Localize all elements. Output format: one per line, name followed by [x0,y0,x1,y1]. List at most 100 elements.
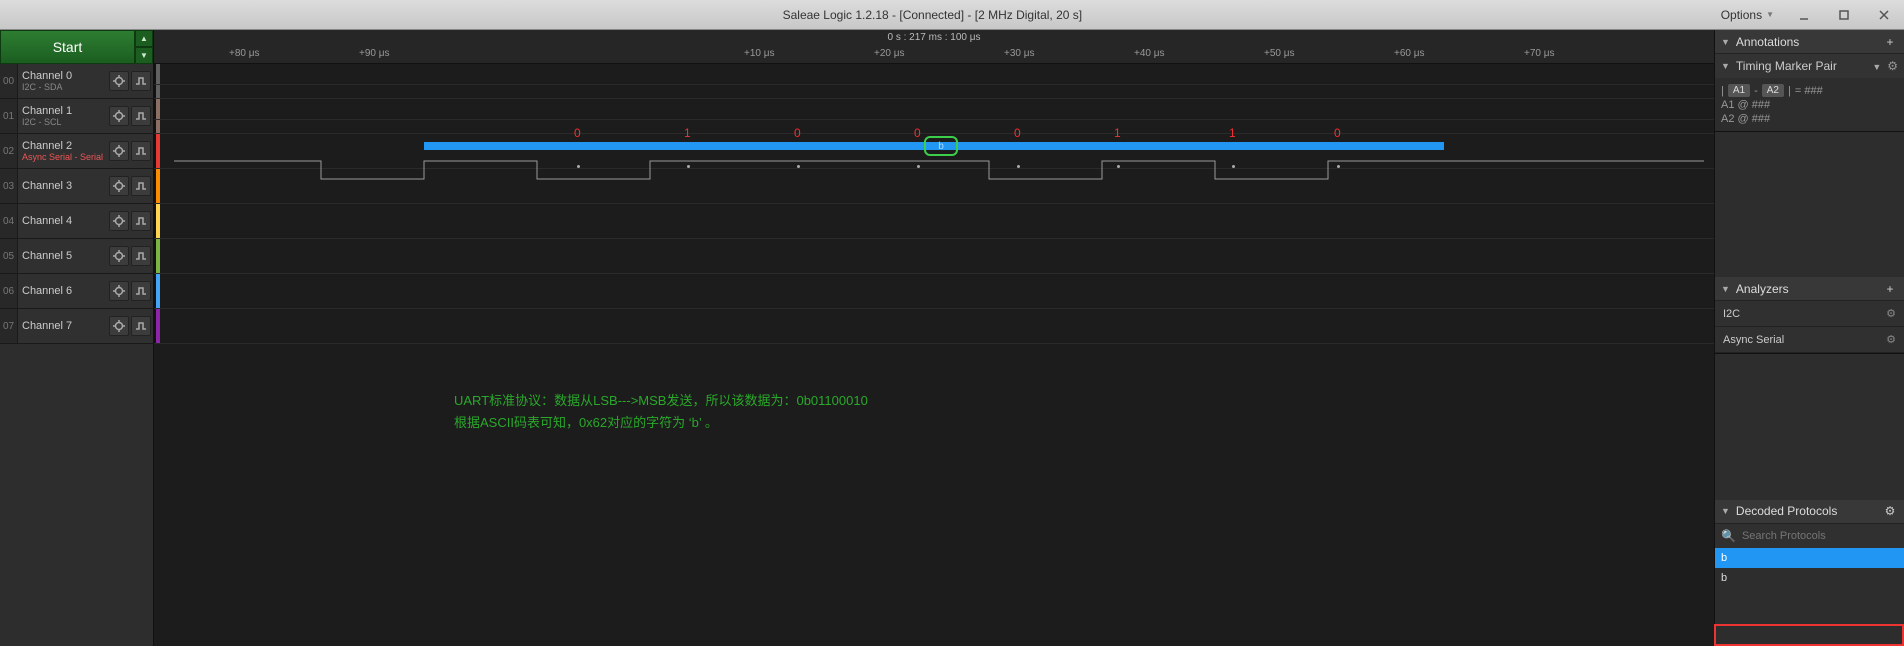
bit-dot [1337,165,1340,168]
channel-row-4[interactable]: 04 Channel 4 [0,204,153,239]
channel-index: 04 [0,204,18,238]
timing-marker-header[interactable]: ▼ Timing Marker Pair ▼⚙ [1715,54,1904,78]
channel-settings-button[interactable] [109,176,129,196]
decoded-search[interactable]: 🔍 [1715,524,1904,548]
channel-trigger-button[interactable] [131,176,151,196]
analyzers-header[interactable]: ▼ Analyzers + [1715,277,1904,301]
channel-row-0[interactable]: 00 Channel 0I2C - SDA [0,64,153,99]
channel-settings-button[interactable] [109,211,129,231]
timeline-tick: +70 μs [1524,48,1555,59]
channel-index: 00 [0,64,18,98]
channel-index: 02 [0,134,18,168]
channel-subtitle: I2C - SDA [22,82,109,92]
channel-trigger-button[interactable] [131,246,151,266]
channel-trigger-button[interactable] [131,106,151,126]
gear-icon[interactable]: ⚙ [1886,333,1896,346]
analyzer-item[interactable]: I2C⚙ [1715,301,1904,327]
annotation-line-1: UART标准协议：数据从LSB--->MSB发送，所以该数据为：0b011000… [454,390,868,412]
decoded-title: Decoded Protocols [1736,504,1837,518]
channel-settings-button[interactable] [109,141,129,161]
search-input[interactable] [1742,530,1898,542]
analyzer-item[interactable]: Async Serial ⚙ [1715,327,1904,353]
app-title: Saleae Logic 1.2.18 - [Connected] - [2 M… [154,8,1711,22]
channel-row-3[interactable]: 03Channel 3 [0,169,153,204]
channel-row-6[interactable]: 06 Channel 6 [0,274,153,309]
channel-trigger-button[interactable] [131,316,151,336]
timeline-tick: +20 μs [874,48,905,59]
timing-marker-title: Timing Marker Pair [1736,59,1837,73]
annotations-header[interactable]: ▼ Annotations + [1715,30,1904,54]
decoded-char: b [938,141,944,152]
channel-settings-button[interactable] [109,71,129,91]
time-cursor-label: 0 s : 217 ms : 100 μs [887,32,980,43]
decoded-header[interactable]: ▼ Decoded Protocols ⚙ [1715,500,1904,524]
add-annotation-button[interactable]: + [1882,34,1898,50]
channel-trigger-button[interactable] [131,141,151,161]
bit-label: 1 [1229,126,1236,140]
channel-name: Channel 4 [22,215,109,227]
channel-color-bar [154,64,160,98]
wave-row-7[interactable] [154,309,1714,344]
channel-name: Channel 0 [22,70,109,82]
wave-row-0[interactable] [154,64,1714,99]
start-button[interactable]: Start [0,30,135,64]
annotation-line-2: 根据ASCII码表可知，0x62对应的字符为 ‘b’ 。 [454,412,868,434]
bit-label: 1 [1114,126,1121,140]
analyzer-name: Async Serial [1723,334,1784,346]
timeline-tick: +40 μs [1134,48,1165,59]
channel-name: Channel 7 [22,320,109,332]
start-config-up[interactable]: ▲ [135,30,153,47]
bit-dot [577,165,580,168]
marker-pair-summary: | A1 - A2 | = ### [1721,84,1898,97]
wave-row-5[interactable] [154,239,1714,274]
channel-trigger-button[interactable] [131,71,151,91]
marker-a2-row[interactable]: A2 @ ### [1721,113,1898,125]
decoded-char-box[interactable]: b [924,136,958,156]
channel-subtitle: I2C - SCL [22,117,109,127]
wave-row-1[interactable] [154,99,1714,134]
analyzers-title: Analyzers [1736,282,1789,296]
channel-settings-button[interactable] [109,246,129,266]
channel-trigger-button[interactable] [131,281,151,301]
channel-settings-button[interactable] [109,281,129,301]
bit-label: 0 [1014,126,1021,140]
channel-name: Channel 5 [22,250,109,262]
gear-icon[interactable]: ⚙ [1886,307,1896,320]
gear-icon[interactable]: ▼⚙ [1870,59,1898,73]
maximize-button[interactable] [1824,1,1864,29]
channel-name: Channel 6 [22,285,109,297]
side-panels: ▼ Annotations + ▼ Timing Marker Pair ▼⚙ … [1714,30,1904,646]
wave-row-6[interactable] [154,274,1714,309]
marker-a2-badge: A2 [1762,84,1784,97]
close-button[interactable] [1864,1,1904,29]
channel-row-5[interactable]: 05Channel 5 [0,239,153,274]
channel-row-2[interactable]: 02Channel 2Async Serial - Serial [0,134,153,169]
bit-dot [917,165,920,168]
wave-row-4[interactable] [154,204,1714,239]
waveform-area[interactable]: 0 s : 217 ms : 100 μs +80 μs+90 μs+10 μs… [154,30,1714,646]
decoded-item[interactable]: b [1715,548,1904,568]
channel-settings-button[interactable] [109,106,129,126]
channel-panel: Start ▲ ▼ 00 Channel 0I2C - SDA 01Channel … [0,30,154,646]
options-menu[interactable]: Options ▼ [1711,8,1784,22]
decoded-item[interactable]: b [1715,568,1904,588]
channel-color-bar [154,274,160,308]
channel-trigger-button[interactable] [131,211,151,231]
bit-dot [687,165,690,168]
add-analyzer-button[interactable]: + [1882,281,1898,297]
chevron-down-icon: ▼ [1721,506,1730,516]
marker-a1-row[interactable]: A1 @ ### [1721,99,1898,111]
bit-dot [1232,165,1235,168]
channel-name: Channel 1 [22,105,109,117]
search-icon: 🔍 [1721,529,1736,543]
decoded-settings-button[interactable]: ⚙ [1882,503,1898,519]
options-label: Options [1721,8,1762,22]
channel-subtitle: Async Serial - Serial [22,152,109,162]
bit-label: 0 [1334,126,1341,140]
start-config-down[interactable]: ▼ [135,47,153,64]
minimize-button[interactable] [1784,1,1824,29]
channel-index: 06 [0,274,18,308]
channel-row-7[interactable]: 07Channel 7 [0,309,153,344]
channel-settings-button[interactable] [109,316,129,336]
channel-row-1[interactable]: 01Channel 1I2C - SCL [0,99,153,134]
